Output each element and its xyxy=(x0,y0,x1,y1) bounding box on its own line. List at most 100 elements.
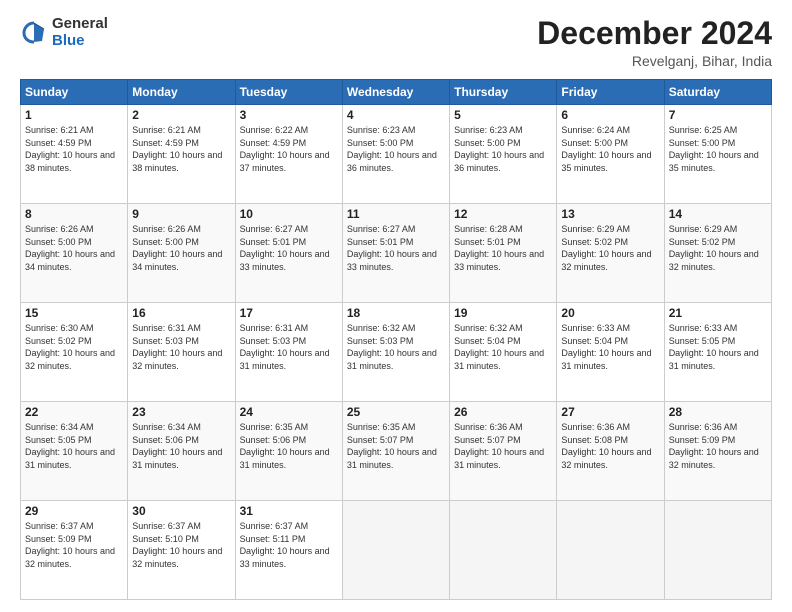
day-number: 17 xyxy=(240,306,338,320)
table-row: 8Sunrise: 6:26 AM Sunset: 5:00 PM Daylig… xyxy=(21,204,128,303)
table-row xyxy=(450,501,557,600)
table-row: 19Sunrise: 6:32 AM Sunset: 5:04 PM Dayli… xyxy=(450,303,557,402)
table-row: 1 Sunrise: 6:21 AM Sunset: 4:59 PM Daylig… xyxy=(21,105,128,204)
day-info: Sunrise: 6:22 AM Sunset: 4:59 PM Dayligh… xyxy=(240,124,338,174)
col-sunday: Sunday xyxy=(21,80,128,105)
day-info: Sunrise: 6:23 AM Sunset: 5:00 PM Dayligh… xyxy=(347,124,445,174)
logo-text: General Blue xyxy=(52,16,108,49)
day-info: Sunrise: 6:27 AM Sunset: 5:01 PM Dayligh… xyxy=(240,223,338,273)
day-info: Sunrise: 6:21 AM Sunset: 4:59 PM Dayligh… xyxy=(132,124,230,174)
table-row: 31 Sunrise: 6:37 AM Sunset: 5:11 PM Dayli… xyxy=(235,501,342,600)
day-info: Sunrise: 6:34 AM Sunset: 5:05 PM Dayligh… xyxy=(25,421,123,471)
col-saturday: Saturday xyxy=(664,80,771,105)
table-row xyxy=(557,501,664,600)
table-row: 17Sunrise: 6:31 AM Sunset: 5:03 PM Dayli… xyxy=(235,303,342,402)
day-number: 16 xyxy=(132,306,230,320)
logo-icon xyxy=(20,19,48,47)
table-row: 15 Sunrise: 6:30 AM Sunset: 5:02 PM Dayli… xyxy=(21,303,128,402)
month-title: December 2024 xyxy=(537,16,772,51)
day-number: 31 xyxy=(240,504,338,518)
day-info: Sunrise: 6:25 AM Sunset: 5:00 PM Dayligh… xyxy=(669,124,767,174)
table-row: 23 Sunrise: 6:34 AM Sunset: 5:06 PM Dayli… xyxy=(128,402,235,501)
logo: General Blue xyxy=(20,16,108,49)
day-number: 27 xyxy=(561,405,659,419)
day-number: 14 xyxy=(669,207,767,221)
day-info: Sunrise: 6:33 AM Sunset: 5:05 PM Dayligh… xyxy=(669,322,767,372)
day-info: Sunrise: 6:23 AM Sunset: 5:00 PM Dayligh… xyxy=(454,124,552,174)
table-row: 12Sunrise: 6:28 AM Sunset: 5:01 PM Dayli… xyxy=(450,204,557,303)
logo-general-text: General xyxy=(52,16,108,33)
day-info: Sunrise: 6:35 AM Sunset: 5:06 PM Dayligh… xyxy=(240,421,338,471)
table-row: 20 Sunrise: 6:33 AM Sunset: 5:04 PM Dayli… xyxy=(557,303,664,402)
day-number: 3 xyxy=(240,108,338,122)
calendar-header-row: Sunday Monday Tuesday Wednesday Thursday… xyxy=(21,80,772,105)
col-tuesday: Tuesday xyxy=(235,80,342,105)
day-number: 26 xyxy=(454,405,552,419)
day-info: Sunrise: 6:32 AM Sunset: 5:04 PM Dayligh… xyxy=(454,322,552,372)
day-number: 24 xyxy=(240,405,338,419)
table-row: 16Sunrise: 6:31 AM Sunset: 5:03 PM Dayli… xyxy=(128,303,235,402)
day-number: 21 xyxy=(669,306,767,320)
day-info: Sunrise: 6:30 AM Sunset: 5:02 PM Dayligh… xyxy=(25,322,123,372)
table-row: 10 Sunrise: 6:27 AM Sunset: 5:01 PM Dayli… xyxy=(235,204,342,303)
day-number: 30 xyxy=(132,504,230,518)
day-info: Sunrise: 6:21 AM Sunset: 4:59 PM Dayligh… xyxy=(25,124,123,174)
day-number: 1 xyxy=(25,108,123,122)
col-monday: Monday xyxy=(128,80,235,105)
calendar-week-row: 15 Sunrise: 6:30 AM Sunset: 5:02 PM Dayli… xyxy=(21,303,772,402)
col-thursday: Thursday xyxy=(450,80,557,105)
table-row: 5 Sunrise: 6:23 AM Sunset: 5:00 PM Daylig… xyxy=(450,105,557,204)
day-info: Sunrise: 6:37 AM Sunset: 5:11 PM Dayligh… xyxy=(240,520,338,570)
calendar-week-row: 8Sunrise: 6:26 AM Sunset: 5:00 PM Daylig… xyxy=(21,204,772,303)
table-row xyxy=(664,501,771,600)
day-info: Sunrise: 6:29 AM Sunset: 5:02 PM Dayligh… xyxy=(669,223,767,273)
day-info: Sunrise: 6:33 AM Sunset: 5:04 PM Dayligh… xyxy=(561,322,659,372)
table-row: 4Sunrise: 6:23 AM Sunset: 5:00 PM Daylig… xyxy=(342,105,449,204)
table-row: 29Sunrise: 6:37 AM Sunset: 5:09 PM Dayli… xyxy=(21,501,128,600)
day-info: Sunrise: 6:29 AM Sunset: 5:02 PM Dayligh… xyxy=(561,223,659,273)
day-number: 18 xyxy=(347,306,445,320)
day-number: 6 xyxy=(561,108,659,122)
day-number: 7 xyxy=(669,108,767,122)
page: General Blue December 2024 Revelganj, Bi… xyxy=(0,0,792,612)
table-row xyxy=(342,501,449,600)
day-info: Sunrise: 6:28 AM Sunset: 5:01 PM Dayligh… xyxy=(454,223,552,273)
day-number: 5 xyxy=(454,108,552,122)
day-info: Sunrise: 6:36 AM Sunset: 5:08 PM Dayligh… xyxy=(561,421,659,471)
day-number: 2 xyxy=(132,108,230,122)
day-number: 28 xyxy=(669,405,767,419)
day-number: 11 xyxy=(347,207,445,221)
day-info: Sunrise: 6:36 AM Sunset: 5:07 PM Dayligh… xyxy=(454,421,552,471)
day-number: 10 xyxy=(240,207,338,221)
location: Revelganj, Bihar, India xyxy=(537,53,772,69)
calendar-week-row: 1 Sunrise: 6:21 AM Sunset: 4:59 PM Daylig… xyxy=(21,105,772,204)
table-row: 27 Sunrise: 6:36 AM Sunset: 5:08 PM Dayli… xyxy=(557,402,664,501)
day-number: 29 xyxy=(25,504,123,518)
day-info: Sunrise: 6:36 AM Sunset: 5:09 PM Dayligh… xyxy=(669,421,767,471)
day-info: Sunrise: 6:37 AM Sunset: 5:10 PM Dayligh… xyxy=(132,520,230,570)
table-row: 6 Sunrise: 6:24 AM Sunset: 5:00 PM Daylig… xyxy=(557,105,664,204)
table-row: 21 Sunrise: 6:33 AM Sunset: 5:05 PM Dayli… xyxy=(664,303,771,402)
table-row: 25Sunrise: 6:35 AM Sunset: 5:07 PM Dayli… xyxy=(342,402,449,501)
col-wednesday: Wednesday xyxy=(342,80,449,105)
day-number: 15 xyxy=(25,306,123,320)
table-row: 11Sunrise: 6:27 AM Sunset: 5:01 PM Dayli… xyxy=(342,204,449,303)
day-number: 23 xyxy=(132,405,230,419)
table-row: 9Sunrise: 6:26 AM Sunset: 5:00 PM Daylig… xyxy=(128,204,235,303)
calendar-week-row: 22Sunrise: 6:34 AM Sunset: 5:05 PM Dayli… xyxy=(21,402,772,501)
day-info: Sunrise: 6:24 AM Sunset: 5:00 PM Dayligh… xyxy=(561,124,659,174)
day-info: Sunrise: 6:34 AM Sunset: 5:06 PM Dayligh… xyxy=(132,421,230,471)
header: General Blue December 2024 Revelganj, Bi… xyxy=(20,16,772,69)
logo-blue-text: Blue xyxy=(52,33,108,50)
table-row: 7 Sunrise: 6:25 AM Sunset: 5:00 PM Daylig… xyxy=(664,105,771,204)
day-info: Sunrise: 6:35 AM Sunset: 5:07 PM Dayligh… xyxy=(347,421,445,471)
calendar-week-row: 29Sunrise: 6:37 AM Sunset: 5:09 PM Dayli… xyxy=(21,501,772,600)
table-row: 2 Sunrise: 6:21 AM Sunset: 4:59 PM Daylig… xyxy=(128,105,235,204)
table-row: 30 Sunrise: 6:37 AM Sunset: 5:10 PM Dayli… xyxy=(128,501,235,600)
title-area: December 2024 Revelganj, Bihar, India xyxy=(537,16,772,69)
table-row: 13Sunrise: 6:29 AM Sunset: 5:02 PM Dayli… xyxy=(557,204,664,303)
col-friday: Friday xyxy=(557,80,664,105)
day-number: 20 xyxy=(561,306,659,320)
day-number: 8 xyxy=(25,207,123,221)
table-row: 18Sunrise: 6:32 AM Sunset: 5:03 PM Dayli… xyxy=(342,303,449,402)
